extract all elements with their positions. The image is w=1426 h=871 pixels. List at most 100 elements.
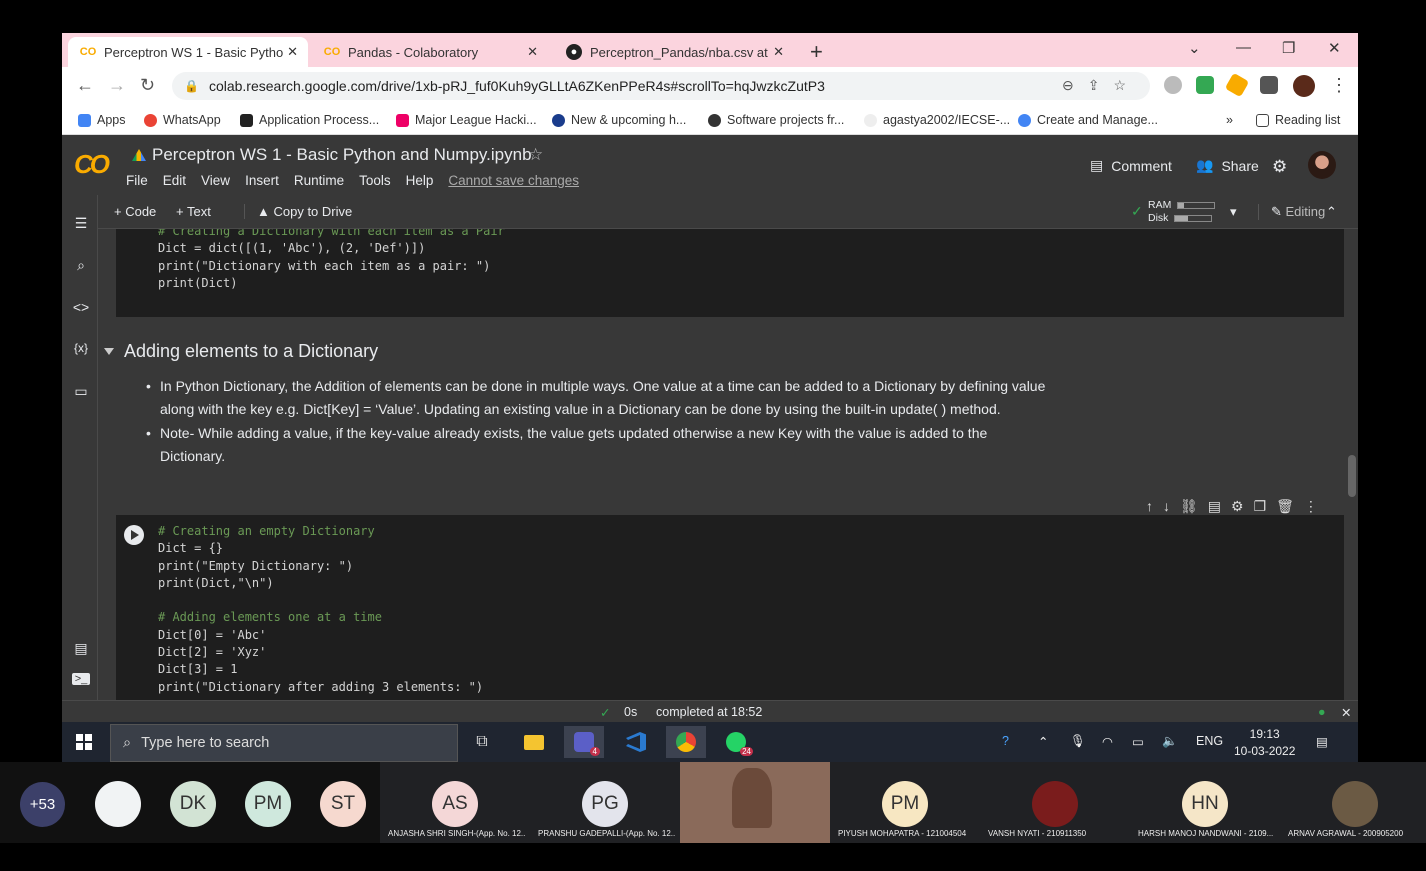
tab-search-icon[interactable]: ⌄ <box>1188 39 1201 57</box>
language-indicator[interactable]: ENG <box>1196 734 1223 748</box>
participant-tile[interactable] <box>680 762 830 843</box>
close-status-icon[interactable]: ✕ <box>1341 705 1351 720</box>
participant-tile[interactable]: PM PIYUSH MOHAPATRA - 121004504 <box>830 762 980 843</box>
participant-tile[interactable]: VANSH NYATI - 210911350 <box>980 762 1130 843</box>
resources-dropdown-icon[interactable]: ▾ <box>1230 204 1237 220</box>
close-icon[interactable]: ✕ <box>287 44 298 60</box>
bookmark-new-upcoming[interactable]: New & upcoming h... <box>552 113 686 127</box>
bookmarks-overflow[interactable]: » <box>1226 113 1233 127</box>
prev-code-cell[interactable]: # Creating a Dictionary with each item a… <box>116 229 1344 317</box>
tab-perceptron[interactable]: CO Perceptron WS 1 - Basic Python a ✕ <box>68 37 308 67</box>
battery-icon[interactable]: ▭ <box>1132 734 1144 749</box>
delete-icon[interactable]: 🗑 <box>1276 498 1294 515</box>
menu-runtime[interactable]: Runtime <box>294 173 344 188</box>
settings-gear-icon[interactable]: ⚙ <box>1272 157 1287 177</box>
volume-icon[interactable]: 🔈 <box>1162 734 1178 749</box>
participant-tile[interactable]: PG PRANSHU GADEPALLI-(App. No. 12... <box>530 762 680 843</box>
search-icon[interactable]: ⌕ <box>72 257 90 274</box>
extension-icon[interactable] <box>1196 76 1214 94</box>
extension-icon[interactable] <box>1164 76 1182 94</box>
taskbar-clock[interactable]: 19:13 10-03-2022 <box>1234 726 1295 760</box>
ram-disk-indicator[interactable]: RAM Disk <box>1148 199 1216 225</box>
bookmark-create-manage[interactable]: Create and Manage... <box>1018 113 1158 127</box>
files-folder-icon[interactable]: ▭ <box>72 383 90 400</box>
tray-chevron-icon[interactable]: ⌃ <box>1038 734 1048 749</box>
forward-button[interactable]: → <box>108 75 126 96</box>
participant-tile[interactable]: HN HARSH MANOJ NANDWANI - 2109... <box>1130 762 1280 843</box>
collapse-section-icon[interactable] <box>104 348 114 355</box>
menu-insert[interactable]: Insert <box>245 173 279 188</box>
share-button[interactable]: 👥 Share <box>1196 157 1259 174</box>
command-palette-icon[interactable]: ▤ <box>72 640 90 657</box>
bookmark-mlh[interactable]: Major League Hacki... <box>396 113 537 127</box>
close-icon[interactable]: ✕ <box>773 44 784 60</box>
restore-button[interactable]: ❐ <box>1282 39 1295 57</box>
reload-button[interactable]: ↻ <box>140 75 155 96</box>
chrome-icon[interactable] <box>666 726 706 758</box>
move-up-icon[interactable]: ↑ <box>1146 498 1153 515</box>
comment-icon[interactable]: ▤ <box>1208 498 1221 515</box>
tab-pandas[interactable]: CO Pandas - Colaboratory ✕ <box>312 37 548 67</box>
microphone-icon[interactable]: 🎙 <box>1070 734 1086 749</box>
profile-avatar[interactable] <box>1293 75 1315 97</box>
wifi-icon[interactable]: ◠ <box>1102 734 1113 749</box>
teams-icon[interactable]: 4 <box>564 726 604 758</box>
code-cell[interactable]: # Creating an empty Dictionary Dict = {}… <box>116 515 1344 700</box>
extension-icon[interactable] <box>1224 72 1250 98</box>
menu-tools[interactable]: Tools <box>359 173 391 188</box>
prev-code-editor[interactable]: # Creating a Dictionary with each item a… <box>158 229 505 292</box>
table-of-contents-icon[interactable]: ☰ <box>72 215 90 232</box>
omnibox-actions[interactable]: ⊖⇪☆ <box>1062 77 1140 94</box>
tab-github[interactable]: ● Perceptron_Pandas/nba.csv at m ✕ <box>554 37 794 67</box>
bookmark-software[interactable]: Software projects fr... <box>708 113 844 127</box>
add-text-button[interactable]: + Text <box>176 204 211 219</box>
bookmark-whatsapp[interactable]: WhatsApp <box>144 113 221 127</box>
editing-mode-button[interactable]: ✎ Editing <box>1258 204 1325 220</box>
close-window-button[interactable]: ✕ <box>1328 39 1341 57</box>
participant-avatar[interactable]: PM <box>245 781 291 827</box>
bookmark-application[interactable]: Application Process... <box>240 113 379 127</box>
menu-edit[interactable]: Edit <box>163 173 186 188</box>
vscode-icon[interactable] <box>616 726 656 758</box>
bookmark-apps[interactable]: Apps <box>78 113 126 127</box>
participant-avatar[interactable] <box>95 781 141 827</box>
new-tab-button[interactable]: + <box>810 39 823 65</box>
code-snippets-icon[interactable]: <> <box>72 299 90 315</box>
puzzle-icon[interactable] <box>1260 76 1278 94</box>
mirror-cell-icon[interactable]: ❐ <box>1254 498 1267 515</box>
collapse-header-icon[interactable]: ⌃ <box>1326 204 1337 220</box>
close-icon[interactable]: ✕ <box>527 44 538 60</box>
star-icon[interactable]: ☆ <box>528 145 543 165</box>
more-menu-icon[interactable]: ⋮ <box>1330 75 1348 96</box>
more-participants-button[interactable]: +53 <box>20 782 65 827</box>
file-explorer-icon[interactable] <box>514 726 554 758</box>
link-icon[interactable]: ⛓ <box>1180 498 1198 515</box>
notebook-title[interactable]: Perceptron WS 1 - Basic Python and Numpy… <box>132 145 532 165</box>
terminal-icon[interactable]: >_ <box>72 673 90 685</box>
windows-start-icon[interactable] <box>76 734 92 750</box>
whatsapp-icon[interactable]: 24 <box>716 726 756 758</box>
cell-settings-icon[interactable]: ⚙ <box>1231 498 1244 515</box>
minimize-button[interactable]: — <box>1236 39 1251 56</box>
back-button[interactable]: ← <box>76 75 94 96</box>
help-icon[interactable]: ? <box>1002 734 1009 748</box>
url-field[interactable]: 🔒 colab.research.google.com/drive/1xb-pR… <box>172 72 1150 100</box>
participant-avatar[interactable]: ST <box>320 781 366 827</box>
copy-to-drive-button[interactable]: ▲ Copy to Drive <box>244 204 352 219</box>
code-editor[interactable]: # Creating an empty Dictionary Dict = {}… <box>158 523 483 696</box>
comment-button[interactable]: ▤ Comment <box>1090 157 1172 174</box>
menu-file[interactable]: File <box>126 173 148 188</box>
cannot-save-link[interactable]: Cannot save changes <box>448 173 579 188</box>
more-icon[interactable]: ⋮ <box>1304 498 1318 515</box>
variables-icon[interactable]: {x} <box>72 341 90 355</box>
menu-view[interactable]: View <box>201 173 230 188</box>
user-avatar[interactable] <box>1308 151 1336 179</box>
run-cell-button[interactable] <box>124 525 144 545</box>
reading-list[interactable]: Reading list <box>1256 113 1340 127</box>
participant-tile[interactable]: ARNAV AGRAWAL - 200905200 <box>1280 762 1426 843</box>
scrollbar-thumb[interactable] <box>1348 455 1356 497</box>
task-view-icon[interactable]: ⧉ <box>462 726 502 758</box>
menu-help[interactable]: Help <box>406 173 434 188</box>
add-code-button[interactable]: + Code <box>114 204 156 219</box>
move-down-icon[interactable]: ↓ <box>1163 498 1170 515</box>
